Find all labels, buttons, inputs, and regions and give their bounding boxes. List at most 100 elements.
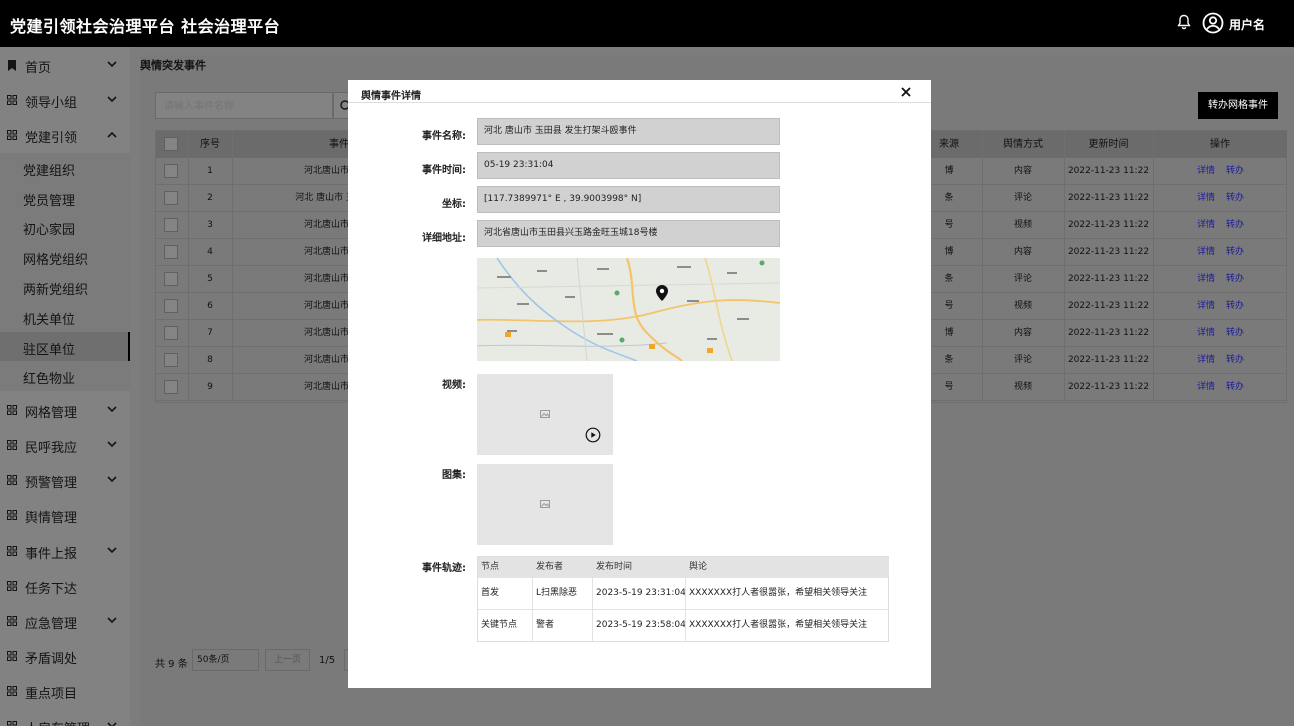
grid-icon [7,95,17,105]
chevron-down-icon [107,61,117,68]
sidebar-subitem[interactable]: 网格党组织 [0,242,130,272]
row-checkbox[interactable] [164,191,178,205]
field-label: 详细地址: [422,233,466,244]
sidebar-subitem[interactable]: 初心家园 [0,212,130,242]
row-checkbox[interactable] [164,326,178,340]
sidebar-item-leadership[interactable]: 领导小组 [0,82,130,117]
row-checkbox[interactable] [164,245,178,259]
image-placeholder-icon [540,500,550,508]
select-all-checkbox[interactable] [164,137,178,151]
app-title: 党建引领社会治理平台 社会治理平台 [10,17,281,36]
sidebar-item-party-building[interactable]: 党建引领 [0,117,130,152]
sidebar-subitem-active[interactable]: 驻区单位 [0,332,130,362]
detail-link[interactable]: 详情 [1193,185,1219,212]
modal-title: 舆情事件详情 [361,91,421,102]
user-circle-icon[interactable] [1202,12,1224,38]
table-header-cell: 更新时间 [1088,139,1129,150]
sidebar-item-task[interactable]: 任务下达 [0,568,130,603]
grid-icon [7,130,17,140]
event-track-table: 节点 发布者 发布时间 舆论 首发 L扫黑除恶 2023-5-19 23:31:… [477,556,889,642]
sidebar-item-opinion[interactable]: 舆情管理 [0,497,130,532]
sidebar-item-label: 舆情管理 [25,511,78,526]
row-checkbox[interactable] [164,218,178,232]
sidebar-subitem[interactable]: 机关单位 [0,302,130,332]
sidebar-item-public-response[interactable]: 民呼我应 [0,427,130,462]
row-checkbox[interactable] [164,353,178,367]
breadcrumb: 舆情突发事件 [140,59,206,72]
sidebar-item-home[interactable]: 首页 [0,47,130,82]
prev-page-button[interactable]: 上一页 [265,649,310,671]
row-checkbox[interactable] [164,380,178,394]
row-checkbox[interactable] [164,164,178,178]
detail-link[interactable]: 详情 [1193,347,1219,374]
detail-link[interactable]: 详情 [1193,266,1219,293]
sidebar-subitem[interactable]: 党建组织 [0,153,130,183]
search-box [155,92,333,119]
transfer-link[interactable]: 转办 [1222,185,1248,212]
sidebar-subitem[interactable]: 红色物业 [0,361,130,391]
chevron-down-icon [107,441,117,448]
detail-link[interactable]: 详情 [1193,320,1219,347]
modal-divider [348,102,931,103]
table-cell: 2022-11-23 11:22 [1067,328,1150,338]
sidebar-item-people-house-car[interactable]: 人房车管理 [0,708,130,726]
table-cell: 2022-11-23 11:22 [1067,193,1150,203]
table-cell: 3 [207,220,213,230]
grid-icon [7,721,17,726]
transfer-link[interactable]: 转办 [1222,158,1248,185]
detail-link[interactable]: 详情 [1193,239,1219,266]
sidebar-item-emergency[interactable]: 应急管理 [0,603,130,638]
play-icon[interactable] [585,427,601,443]
table-cell: 视频 [1013,301,1032,311]
sidebar-subitem[interactable]: 党员管理 [0,183,130,213]
row-checkbox[interactable] [164,272,178,286]
sidebar-item-label: 事件上报 [25,547,78,562]
sidebar-item-mediation[interactable]: 矛盾调处 [0,638,130,673]
grid-icon [7,510,17,520]
location-map[interactable] [477,258,780,361]
bell-icon[interactable] [1177,14,1191,34]
table-cell: 视频 [1013,382,1032,392]
top-header: 党建引领社会治理平台 社会治理平台 用户名 [0,0,1294,47]
table-cell: 2022-11-23 11:22 [1067,355,1150,365]
field-label: 坐标: [442,199,466,210]
sidebar-item-event-report[interactable]: 事件上报 [0,533,130,568]
transfer-link[interactable]: 转办 [1222,374,1248,401]
track-cell: 警者 [536,620,555,630]
transfer-link[interactable]: 转办 [1222,212,1248,239]
detail-link[interactable]: 详情 [1193,212,1219,239]
chevron-up-icon [107,131,117,138]
detail-link[interactable]: 详情 [1193,374,1219,401]
transfer-link[interactable]: 转办 [1222,347,1248,374]
sidebar: 首页 领导小组 党建引领 党建组织 党员管理 初心家园 网格党组织 两新党组织 … [0,47,130,726]
transfer-grid-event-button[interactable]: 转办网格事件 [1198,92,1278,119]
sidebar-subitem-label: 机关单位 [23,313,76,328]
detail-link[interactable]: 详情 [1193,158,1219,185]
page-indicator: 1/5 [319,655,336,666]
field-label: 事件名称: [422,131,466,142]
detail-link[interactable]: 详情 [1193,293,1219,320]
sidebar-subitem[interactable]: 两新党组织 [0,272,130,302]
username[interactable]: 用户名 [1229,16,1265,33]
transfer-link[interactable]: 转办 [1222,266,1248,293]
grid-icon [7,440,17,450]
table-cell: 8 [207,355,213,365]
close-icon[interactable] [898,84,914,100]
gallery-thumbnail[interactable] [477,464,613,545]
sidebar-item-key-project[interactable]: 重点项目 [0,673,130,708]
row-checkbox[interactable] [164,299,178,313]
sidebar-item-grid[interactable]: 网格管理 [0,392,130,427]
table-cell: 2022-11-23 11:22 [1067,274,1150,284]
search-input[interactable] [164,98,314,114]
video-thumbnail[interactable] [477,374,613,455]
transfer-link[interactable]: 转办 [1222,320,1248,347]
chevron-down-icon [107,617,117,624]
transfer-link[interactable]: 转办 [1222,239,1248,266]
transfer-link[interactable]: 转办 [1222,293,1248,320]
event-name-field: 河北 唐山市 玉田县 发生打架斗殴事件 [477,118,780,145]
page-size-select[interactable]: 50条/页 [192,649,259,671]
sidebar-item-label: 首页 [25,61,52,76]
field-label: 视频: [442,380,466,391]
track-col-divider [592,557,593,642]
sidebar-item-warning[interactable]: 预警管理 [0,462,130,497]
